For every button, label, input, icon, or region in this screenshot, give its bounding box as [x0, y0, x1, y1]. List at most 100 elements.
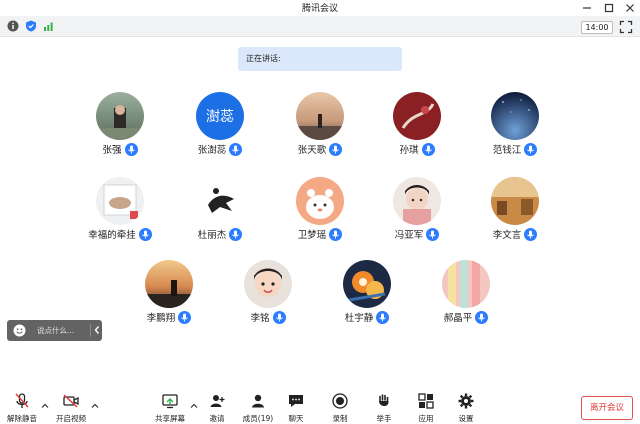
minimize-icon	[583, 7, 591, 9]
chat-input-pill[interactable]: 说点什么...	[7, 320, 102, 341]
participant-tile[interactable]: 冯亚军	[362, 177, 472, 251]
avatar	[296, 177, 344, 225]
microphone-icon	[376, 311, 390, 324]
participant-name: 张澍蕊	[197, 145, 227, 156]
share-options-caret[interactable]	[190, 402, 198, 412]
record-icon	[332, 393, 348, 409]
emoji-icon[interactable]	[13, 324, 26, 337]
members-label: 成员(19)	[242, 414, 274, 423]
record-button[interactable]: 录制	[326, 392, 354, 424]
start-video-label: 开启视频	[56, 414, 86, 423]
participant-tile[interactable]: 孙琪	[362, 92, 472, 166]
gear-icon	[458, 393, 474, 409]
maximize-icon	[604, 3, 614, 13]
avatar	[442, 260, 490, 308]
participant-name: 李铭	[250, 313, 270, 324]
audio-options-caret[interactable]	[41, 402, 49, 412]
participant-name: 郝晶平	[443, 313, 473, 324]
avatar	[96, 177, 144, 225]
avatar	[343, 260, 391, 308]
raise-hand-label: 举手	[376, 414, 392, 423]
share-screen-icon	[162, 394, 178, 409]
participant-tile[interactable]: 澍蕊 张澍蕊	[165, 92, 275, 166]
maximize-button[interactable]	[600, 0, 618, 16]
participant-name: 卫梦瑶	[297, 230, 327, 241]
record-label: 录制	[332, 414, 348, 423]
avatar	[491, 177, 539, 225]
participant-tile[interactable]: 李铭	[213, 260, 323, 334]
participant-name: 李文言	[492, 230, 522, 241]
invite-label: 邀请	[209, 414, 225, 423]
avatar	[296, 92, 344, 140]
participant-name: 孙琪	[399, 145, 419, 156]
participant-name: 杜宇静	[344, 313, 374, 324]
avatar	[196, 177, 244, 225]
avatar	[145, 260, 193, 308]
title-bar: 腾讯会议	[0, 0, 640, 16]
chevron-up-icon	[41, 403, 49, 408]
apps-button[interactable]: 应用	[412, 392, 440, 424]
fullscreen-icon[interactable]	[619, 20, 633, 34]
unmute-button[interactable]: 解除静音	[2, 392, 42, 424]
signal-icon[interactable]	[43, 20, 55, 32]
settings-label: 设置	[458, 414, 474, 423]
microphone-icon	[421, 143, 435, 156]
avatar	[393, 177, 441, 225]
participant-tile[interactable]: 范钱江	[460, 92, 570, 166]
microphone-icon	[178, 311, 192, 324]
avatar	[491, 92, 539, 140]
avatar	[393, 92, 441, 140]
participant-tile[interactable]: 杜宇静	[312, 260, 422, 334]
participant-name: 幸福的牵挂	[88, 230, 136, 241]
chat-label: 聊天	[288, 414, 304, 423]
share-screen-label: 共享屏幕	[155, 414, 185, 423]
chat-placeholder[interactable]: 说点什么...	[37, 325, 74, 336]
chevron-left-icon[interactable]	[93, 323, 101, 337]
microphone-icon	[524, 143, 538, 156]
minimize-button[interactable]	[578, 0, 596, 16]
settings-button[interactable]: 设置	[452, 392, 480, 424]
participant-name: 张天歌	[297, 145, 327, 156]
microphone-icon	[124, 143, 138, 156]
avatar: 澍蕊	[196, 92, 244, 140]
participant-tile[interactable]: 李鹏翔	[114, 260, 224, 334]
info-icon[interactable]	[7, 20, 19, 32]
participant-name: 张强	[102, 145, 122, 156]
meeting-info-bar	[0, 16, 640, 37]
unmute-label: 解除静音	[7, 414, 37, 423]
shield-icon[interactable]	[25, 20, 37, 32]
apps-icon	[418, 393, 434, 409]
participant-name: 冯亚军	[394, 230, 424, 241]
microphone-icon	[426, 228, 440, 241]
chevron-up-icon	[91, 403, 99, 408]
participant-name: 杜丽杰	[197, 230, 227, 241]
participant-tile[interactable]: 李文言	[460, 177, 570, 251]
microphone-muted-icon	[15, 393, 29, 408]
participant-tile[interactable]: 郝晶平	[411, 260, 521, 334]
share-screen-button[interactable]: 共享屏幕	[150, 392, 190, 424]
participant-tile[interactable]: 卫梦瑶	[265, 177, 375, 251]
chat-icon	[289, 395, 303, 407]
leave-meeting-button[interactable]: 离开会议	[581, 396, 633, 420]
participant-tile[interactable]: 张天歌	[265, 92, 375, 166]
close-icon	[626, 4, 634, 12]
raise-hand-button[interactable]: 举手	[370, 392, 398, 424]
invite-button[interactable]: 邀请	[202, 392, 232, 424]
microphone-icon	[229, 228, 243, 241]
participant-tile[interactable]: 幸福的牵挂	[65, 177, 175, 251]
window-title: 腾讯会议	[301, 4, 338, 14]
avatar	[244, 260, 292, 308]
participant-name: 李鹏翔	[146, 313, 176, 324]
video-options-caret[interactable]	[91, 402, 99, 412]
divider	[90, 324, 91, 337]
participant-tile[interactable]: 张强	[65, 92, 175, 166]
members-button[interactable]: 成员(19)	[238, 392, 278, 424]
close-button[interactable]	[621, 0, 639, 16]
start-video-button[interactable]: 开启视频	[50, 392, 92, 424]
participant-tile[interactable]: 杜丽杰	[165, 177, 275, 251]
apps-label: 应用	[418, 414, 434, 423]
microphone-icon	[329, 228, 343, 241]
avatar	[96, 92, 144, 140]
members-icon	[252, 394, 264, 408]
chat-button[interactable]: 聊天	[282, 392, 310, 424]
